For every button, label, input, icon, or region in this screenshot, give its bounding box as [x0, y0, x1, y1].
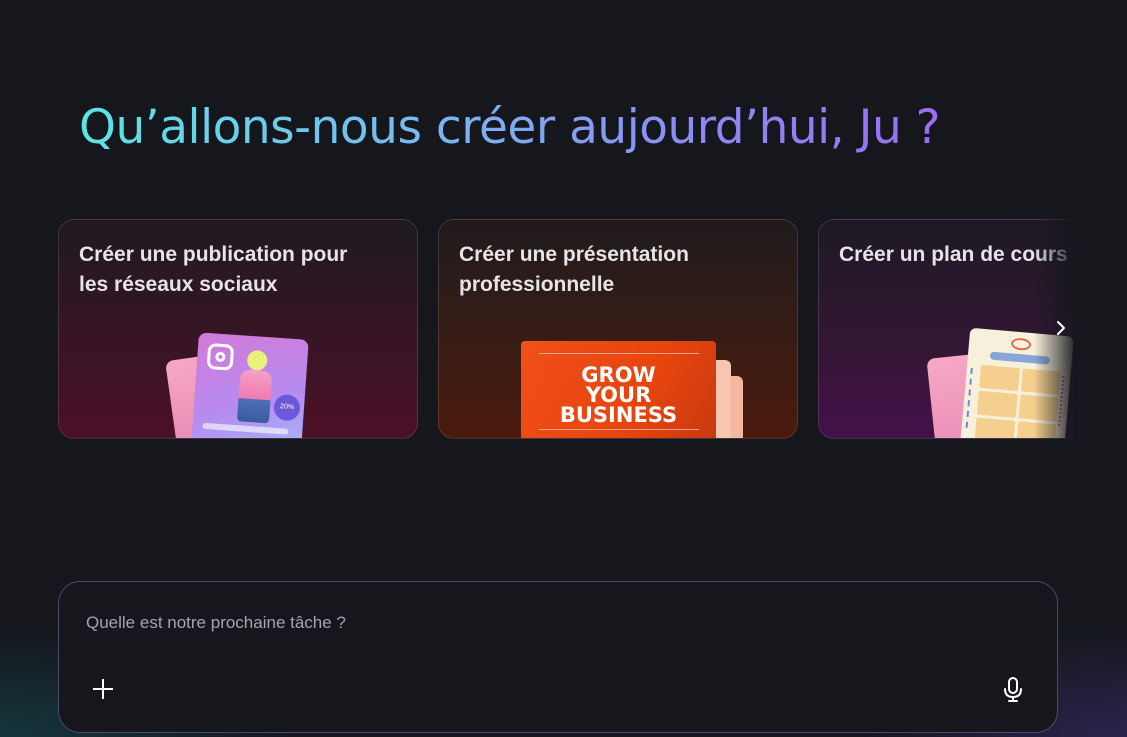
add-button[interactable]	[91, 677, 115, 701]
illustration-person-body	[236, 369, 273, 424]
slide-rule	[539, 429, 699, 431]
card-presentation[interactable]: Créer une présentation professionnelle G…	[438, 219, 798, 439]
instagram-icon	[206, 342, 235, 371]
prompt-input[interactable]	[86, 610, 966, 636]
microphone-button[interactable]	[1001, 676, 1025, 704]
lesson-plan-sheet	[960, 327, 1074, 438]
suggestion-carousel: Créer une publication pour les réseaux s…	[58, 219, 1074, 440]
card-title: Créer une publication pour les réseaux s…	[79, 243, 348, 296]
card-lesson-plan[interactable]: Créer un plan de cours	[818, 219, 1074, 439]
prompt-composer	[58, 581, 1058, 733]
card-title: Créer un plan de cours	[839, 243, 1068, 266]
chevron-right-icon	[1057, 321, 1065, 335]
illustration-person-head	[246, 349, 268, 372]
presentation-slide-thumbnail: GROW YOUR BUSINESS	[521, 341, 716, 438]
illustration-bar	[202, 422, 289, 435]
eye-doodle-icon	[1010, 337, 1032, 352]
sheet-header-bar	[989, 351, 1051, 365]
card-title: Créer une présentation professionnelle	[459, 243, 689, 296]
lesson-plan-grid	[974, 364, 1061, 438]
page-title: Qu’allons-nous créer aujourd’hui, Ju ?	[79, 98, 941, 158]
card-illustration: 20%	[191, 332, 309, 438]
slide-rule	[539, 353, 699, 355]
carousel-next-button[interactable]	[1049, 316, 1073, 340]
microphone-icon	[1004, 677, 1022, 702]
home-page: Qu’allons-nous créer aujourd’hui, Ju ? C…	[0, 0, 1127, 737]
slide-headline: GROW YOUR BUSINESS	[559, 363, 678, 427]
discount-badge: 20%	[273, 393, 301, 422]
card-social-post[interactable]: Créer une publication pour les réseaux s…	[58, 219, 418, 439]
